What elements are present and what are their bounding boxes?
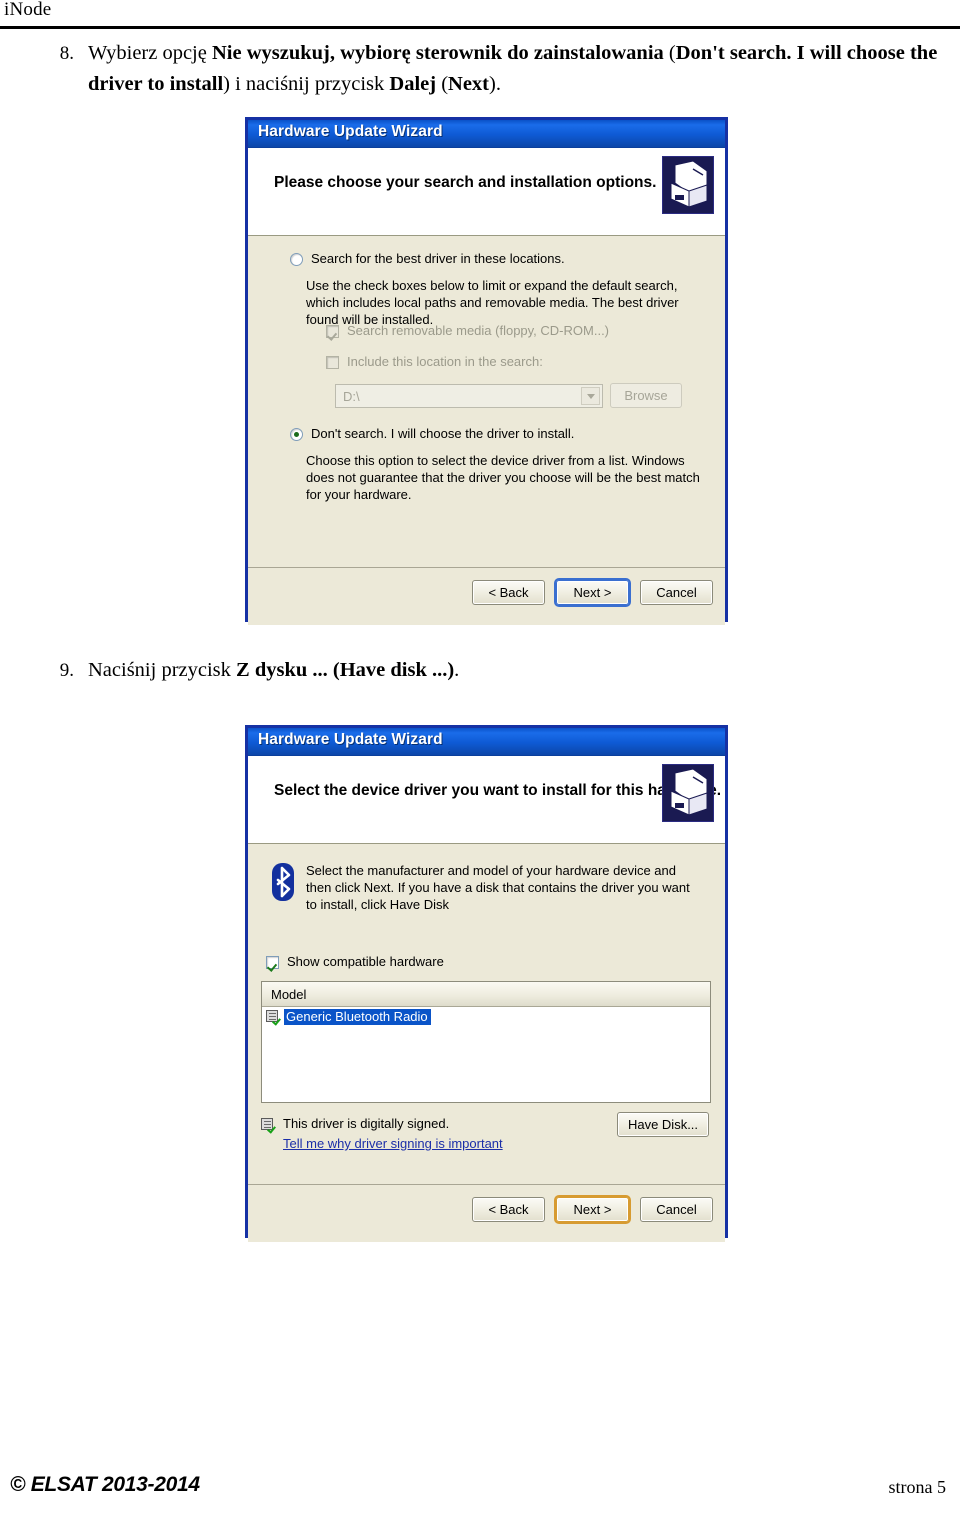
next-button-1[interactable]: Next > (554, 578, 631, 607)
hardware-wizard-icon (662, 764, 714, 822)
checkbox-row-show-compatible-hardware[interactable]: Show compatible hardware (266, 954, 566, 970)
checkbox-show-compatible-hardware-label: Show compatible hardware (287, 954, 444, 969)
footer-page-number: strona 5 (888, 1477, 947, 1497)
list-item[interactable]: Generic Bluetooth Radio (262, 1007, 710, 1027)
cancel-button-2[interactable]: Cancel (640, 1197, 713, 1222)
hardware-wizard-icon (662, 156, 714, 214)
step-9: 9. Naciśnij przycisk Z dysku ... (Have d… (32, 655, 932, 686)
model-column-header-label: Model (271, 986, 307, 1002)
next-button-1-label: Next > (573, 585, 612, 600)
chevron-down-icon[interactable] (581, 387, 600, 405)
option-search-best-driver-label: Search for the best driver in these loca… (311, 251, 565, 266)
next-button-2[interactable]: Next > (554, 1195, 631, 1224)
option-dont-search[interactable]: Don't search. I will choose the driver t… (290, 426, 690, 442)
back-button-1-label: < Back (488, 585, 529, 600)
next-button-2-label: Next > (573, 1202, 612, 1217)
model-column-header[interactable]: Model (262, 982, 710, 1007)
browse-button[interactable]: Browse (610, 383, 682, 408)
cancel-button-1[interactable]: Cancel (640, 580, 713, 605)
have-disk-button[interactable]: Have Disk... (617, 1112, 709, 1137)
dialog-2-button-row: < Back Next > Cancel (472, 1195, 713, 1224)
step-9-number: 9. (59, 660, 74, 681)
radio-dont-search[interactable] (290, 428, 303, 441)
footer-copyright: © ELSAT 2013-2014 (10, 1473, 200, 1496)
step-8: 8. Wybierz opcję Nie wyszukuj, wybiorę s… (32, 38, 952, 100)
dialog-1-footer: < Back Next > Cancel (248, 567, 725, 625)
model-listbox[interactable]: Model Generic Bluetooth Radio (261, 981, 711, 1103)
location-path-value: D:\ (343, 388, 360, 404)
radio-search-best-driver[interactable] (290, 253, 303, 266)
header-divider (0, 26, 960, 29)
checkbox-row-removable-media[interactable]: Search removable media (floppy, CD-ROM..… (326, 323, 696, 339)
page-header: iNode (0, 0, 960, 34)
checkbox-row-include-location[interactable]: Include this location in the search: (326, 354, 696, 370)
driver-signing-block: This driver is digitally signed. Tell me… (261, 1116, 591, 1151)
dialog-2-titlebar[interactable]: Hardware Update Wizard (248, 728, 725, 756)
dialog-2-title: Hardware Update Wizard (258, 731, 443, 748)
step-8-text: Wybierz opcję Nie wyszukuj, wybiorę ster… (88, 42, 938, 95)
option-search-best-driver[interactable]: Search for the best driver in these loca… (290, 251, 690, 267)
back-button-2-label: < Back (488, 1202, 529, 1217)
checkbox-show-compatible-hardware[interactable] (266, 956, 279, 969)
dialog-1-banner-title: Please choose your search and installati… (274, 174, 657, 191)
dialog-2-footer: < Back Next > Cancel (248, 1184, 725, 1242)
search-description: Use the check boxes below to limit or ex… (306, 278, 679, 327)
list-item-label: Generic Bluetooth Radio (284, 1009, 431, 1025)
checkbox-search-removable-media[interactable] (326, 325, 339, 338)
dialog-1-body: Search for the best driver in these loca… (248, 236, 725, 567)
checkbox-search-removable-media-label: Search removable media (floppy, CD-ROM..… (347, 323, 610, 338)
driver-signed-status: This driver is digitally signed. (283, 1116, 450, 1131)
checkbox-include-location-label: Include this location in the search: (347, 354, 543, 369)
option-dont-search-label: Don't search. I will choose the driver t… (311, 426, 575, 441)
dialog-2-instructions: Select the manufacturer and model of you… (306, 863, 690, 912)
location-path-combobox[interactable]: D:\ (335, 384, 603, 408)
dialog-1-banner: Please choose your search and installati… (248, 148, 725, 236)
signed-driver-icon (261, 1118, 276, 1132)
driver-signing-link[interactable]: Tell me why driver signing is important (283, 1136, 503, 1151)
have-disk-button-label: Have Disk... (627, 1117, 699, 1132)
document-header-label: iNode (4, 0, 52, 20)
hardware-update-wizard-dialog-2[interactable]: Hardware Update Wizard Select the device… (245, 725, 728, 1242)
dialog-1-button-row: < Back Next > Cancel (472, 578, 713, 607)
step-9-text: Naciśnij przycisk Z dysku ... (Have disk… (88, 659, 460, 681)
dialog-1-title: Hardware Update Wizard (258, 123, 443, 140)
cancel-button-2-label: Cancel (656, 1202, 697, 1217)
hardware-update-wizard-dialog-1[interactable]: Hardware Update Wizard Please choose you… (245, 117, 728, 625)
checkbox-include-location[interactable] (326, 356, 339, 369)
back-button-1[interactable]: < Back (472, 580, 545, 605)
dont-search-description: Choose this option to select the device … (306, 453, 700, 502)
dialog-2-body: Select the manufacturer and model of you… (248, 844, 725, 1184)
dialog-2-banner: Select the device driver you want to ins… (248, 756, 725, 844)
bluetooth-icon (270, 862, 296, 902)
dialog-2-banner-title: Select the device driver you want to ins… (274, 782, 722, 799)
page-footer: © ELSAT 2013-2014 strona 5 (0, 1451, 960, 1515)
back-button-2[interactable]: < Back (472, 1197, 545, 1222)
step-8-number: 8. (59, 43, 74, 64)
cancel-button-1-label: Cancel (656, 585, 697, 600)
dialog-1-titlebar[interactable]: Hardware Update Wizard (248, 120, 725, 148)
browse-button-label: Browse (624, 388, 668, 403)
signed-driver-icon (266, 1010, 281, 1024)
